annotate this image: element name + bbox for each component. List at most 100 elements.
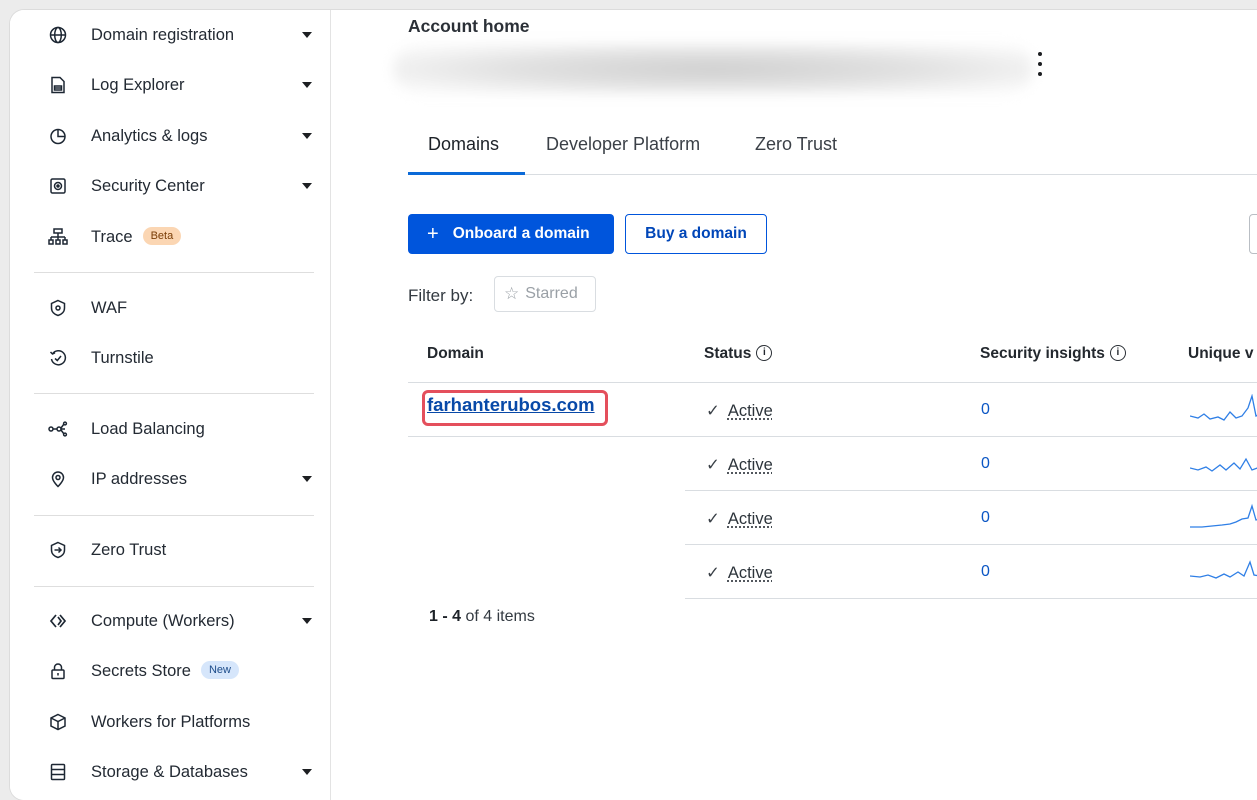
trace-tree-icon [48,227,68,247]
main-content: Account home Domains Developer Platform … [331,10,1257,800]
sidebar-item-log-explorer[interactable]: Log Explorer [10,65,330,105]
cut-off-button[interactable] [1249,214,1257,254]
onboard-domain-label: Onboard a domain [453,225,590,243]
security-center-icon [48,176,68,196]
beta-badge: Beta [143,227,182,245]
load-balancing-icon [48,419,68,439]
sidebar-item-load-balancing[interactable]: Load Balancing [10,409,330,449]
column-header-status: Status i [704,345,772,363]
check-icon: ✓ [706,402,720,420]
security-insights-count[interactable]: 0 [981,455,990,473]
security-insights-count[interactable]: 0 [981,563,990,581]
sidebar-item-trace[interactable]: Trace Beta [10,217,330,257]
chevron-down-icon [302,769,312,775]
waf-shield-icon [48,298,68,318]
sidebar-item-label: Workers for Platforms [91,713,250,732]
sidebar-item-label: WAF [91,299,127,318]
sidebar-item-label-wrap: Trace Beta [91,228,181,247]
check-icon: ✓ [706,564,720,582]
row-divider [408,382,1257,383]
redacted-account-info [393,44,1033,94]
info-icon[interactable]: i [756,345,772,361]
check-icon: ✓ [706,510,720,528]
more-options-icon[interactable] [1037,52,1043,76]
sidebar-item-storage-databases[interactable]: Storage & Databases [10,752,330,792]
zero-trust-icon [48,540,68,560]
new-badge: New [201,661,239,679]
row-divider [408,436,1257,437]
status-text: Active [728,564,773,582]
starred-filter-button[interactable]: ☆ Starred [494,276,596,312]
chevron-down-icon [302,183,312,189]
buy-domain-button[interactable]: Buy a domain [625,214,767,254]
sidebar-item-label: Load Balancing [91,420,205,439]
status-active[interactable]: ✓ Active [706,455,773,475]
sidebar-item-label-wrap: Secrets Store New [91,662,239,681]
tab-domains[interactable]: Domains [428,134,499,155]
pagination-total: of 4 items [461,608,535,625]
pagination-summary: 1 - 4 of 4 items [429,608,535,626]
sidebar-item-label: Security Center [91,177,205,196]
sidebar-item-ip-addresses[interactable]: IP addresses [10,459,330,499]
lock-icon [48,661,68,681]
sidebar-item-label: Compute (Workers) [91,612,235,631]
sidebar-item-turnstile[interactable]: Turnstile [10,338,330,378]
tab-developer-platform[interactable]: Developer Platform [546,134,700,155]
filter-label: Filter by: [408,286,473,306]
status-text: Active [728,456,773,474]
onboard-domain-button[interactable]: + Onboard a domain [408,214,614,254]
star-icon: ☆ [504,284,519,304]
sidebar-item-label: Domain registration [91,26,234,45]
column-header-insights-label: Security insights [980,345,1105,362]
tab-zero-trust[interactable]: Zero Trust [755,134,837,155]
sidebar-item-security-center[interactable]: Security Center [10,166,330,206]
sparkline-chart [1190,502,1257,532]
cube-icon [48,712,68,732]
active-tab-indicator [408,172,525,175]
sparkline-chart [1190,394,1257,424]
column-header-unique-visitors: Unique v [1188,345,1253,363]
status-active[interactable]: ✓ Active [706,509,773,529]
info-icon[interactable]: i [1110,345,1126,361]
sidebar-item-workers-for-platforms[interactable]: Workers for Platforms [10,702,330,742]
sidebar-item-waf[interactable]: WAF [10,288,330,328]
status-text: Active [728,402,773,420]
sidebar-item-label: Secrets Store [91,662,191,680]
chevron-down-icon [302,82,312,88]
domain-link[interactable]: farhanterubos.com [427,394,595,416]
location-pin-icon [48,469,68,489]
status-text: Active [728,510,773,528]
column-header-status-label: Status [704,345,751,362]
pagination-range: 1 - 4 [429,608,461,625]
security-insights-count[interactable]: 0 [981,401,990,419]
check-icon: ✓ [706,456,720,474]
sidebar-divider [34,515,314,516]
app-window: Domain registration Log Explorer Analyti… [10,10,1257,800]
chevron-down-icon [302,133,312,139]
sidebar-item-label: Analytics & logs [91,127,207,146]
security-insights-count[interactable]: 0 [981,509,990,527]
status-active[interactable]: ✓ Active [706,563,773,583]
plus-icon: + [427,223,439,246]
sidebar-item-compute-workers[interactable]: Compute (Workers) [10,601,330,641]
sidebar-divider [34,272,314,273]
sidebar-item-label: Log Explorer [91,76,185,95]
sidebar-item-zero-trust[interactable]: Zero Trust [10,530,330,570]
sidebar-item-domain-registration[interactable]: Domain registration [10,15,330,55]
log-document-icon [48,75,68,95]
sidebar-item-secrets-store[interactable]: Secrets Store New [10,651,330,691]
sidebar-divider [34,586,314,587]
column-header-domain: Domain [427,345,484,363]
starred-filter-label: Starred [525,285,577,303]
status-active[interactable]: ✓ Active [706,401,773,421]
sparkline-chart [1190,556,1257,586]
sidebar-item-analytics[interactable]: Analytics & logs [10,116,330,156]
sidebar-divider [34,393,314,394]
sidebar-item-label: Storage & Databases [91,763,248,782]
column-header-security-insights: Security insights i [980,345,1126,363]
row-divider [685,544,1257,545]
sidebar: Domain registration Log Explorer Analyti… [10,10,331,800]
turnstile-icon [48,348,68,368]
chevron-down-icon [302,476,312,482]
row-divider [685,598,1257,599]
